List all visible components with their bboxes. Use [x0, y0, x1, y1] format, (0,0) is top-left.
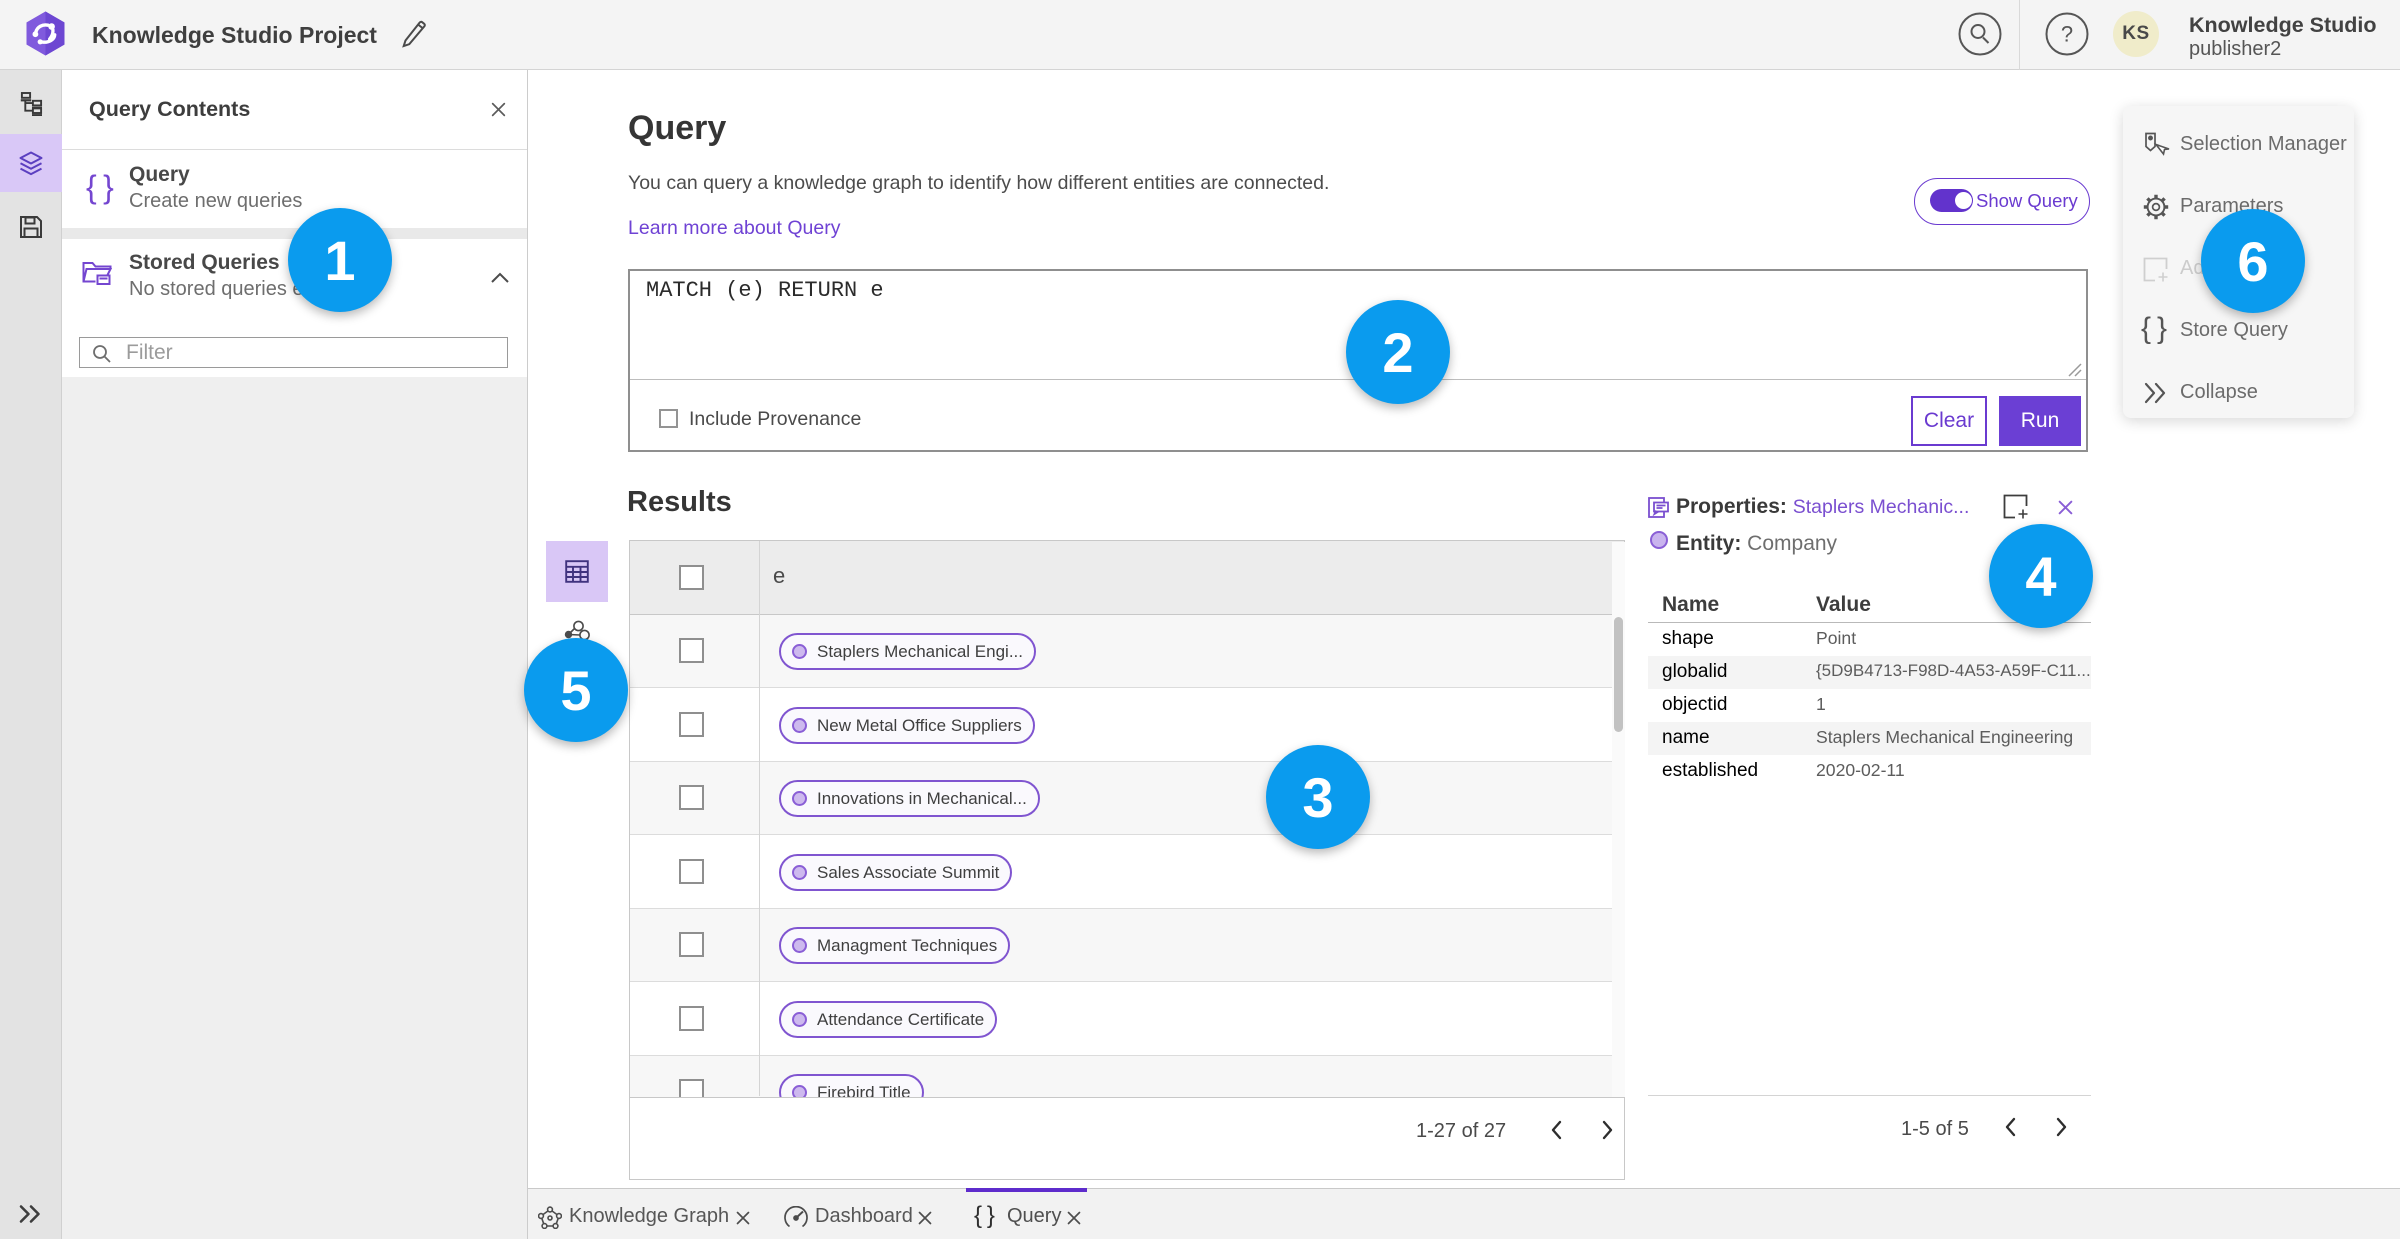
svg-text:?: ?: [2061, 22, 2073, 47]
